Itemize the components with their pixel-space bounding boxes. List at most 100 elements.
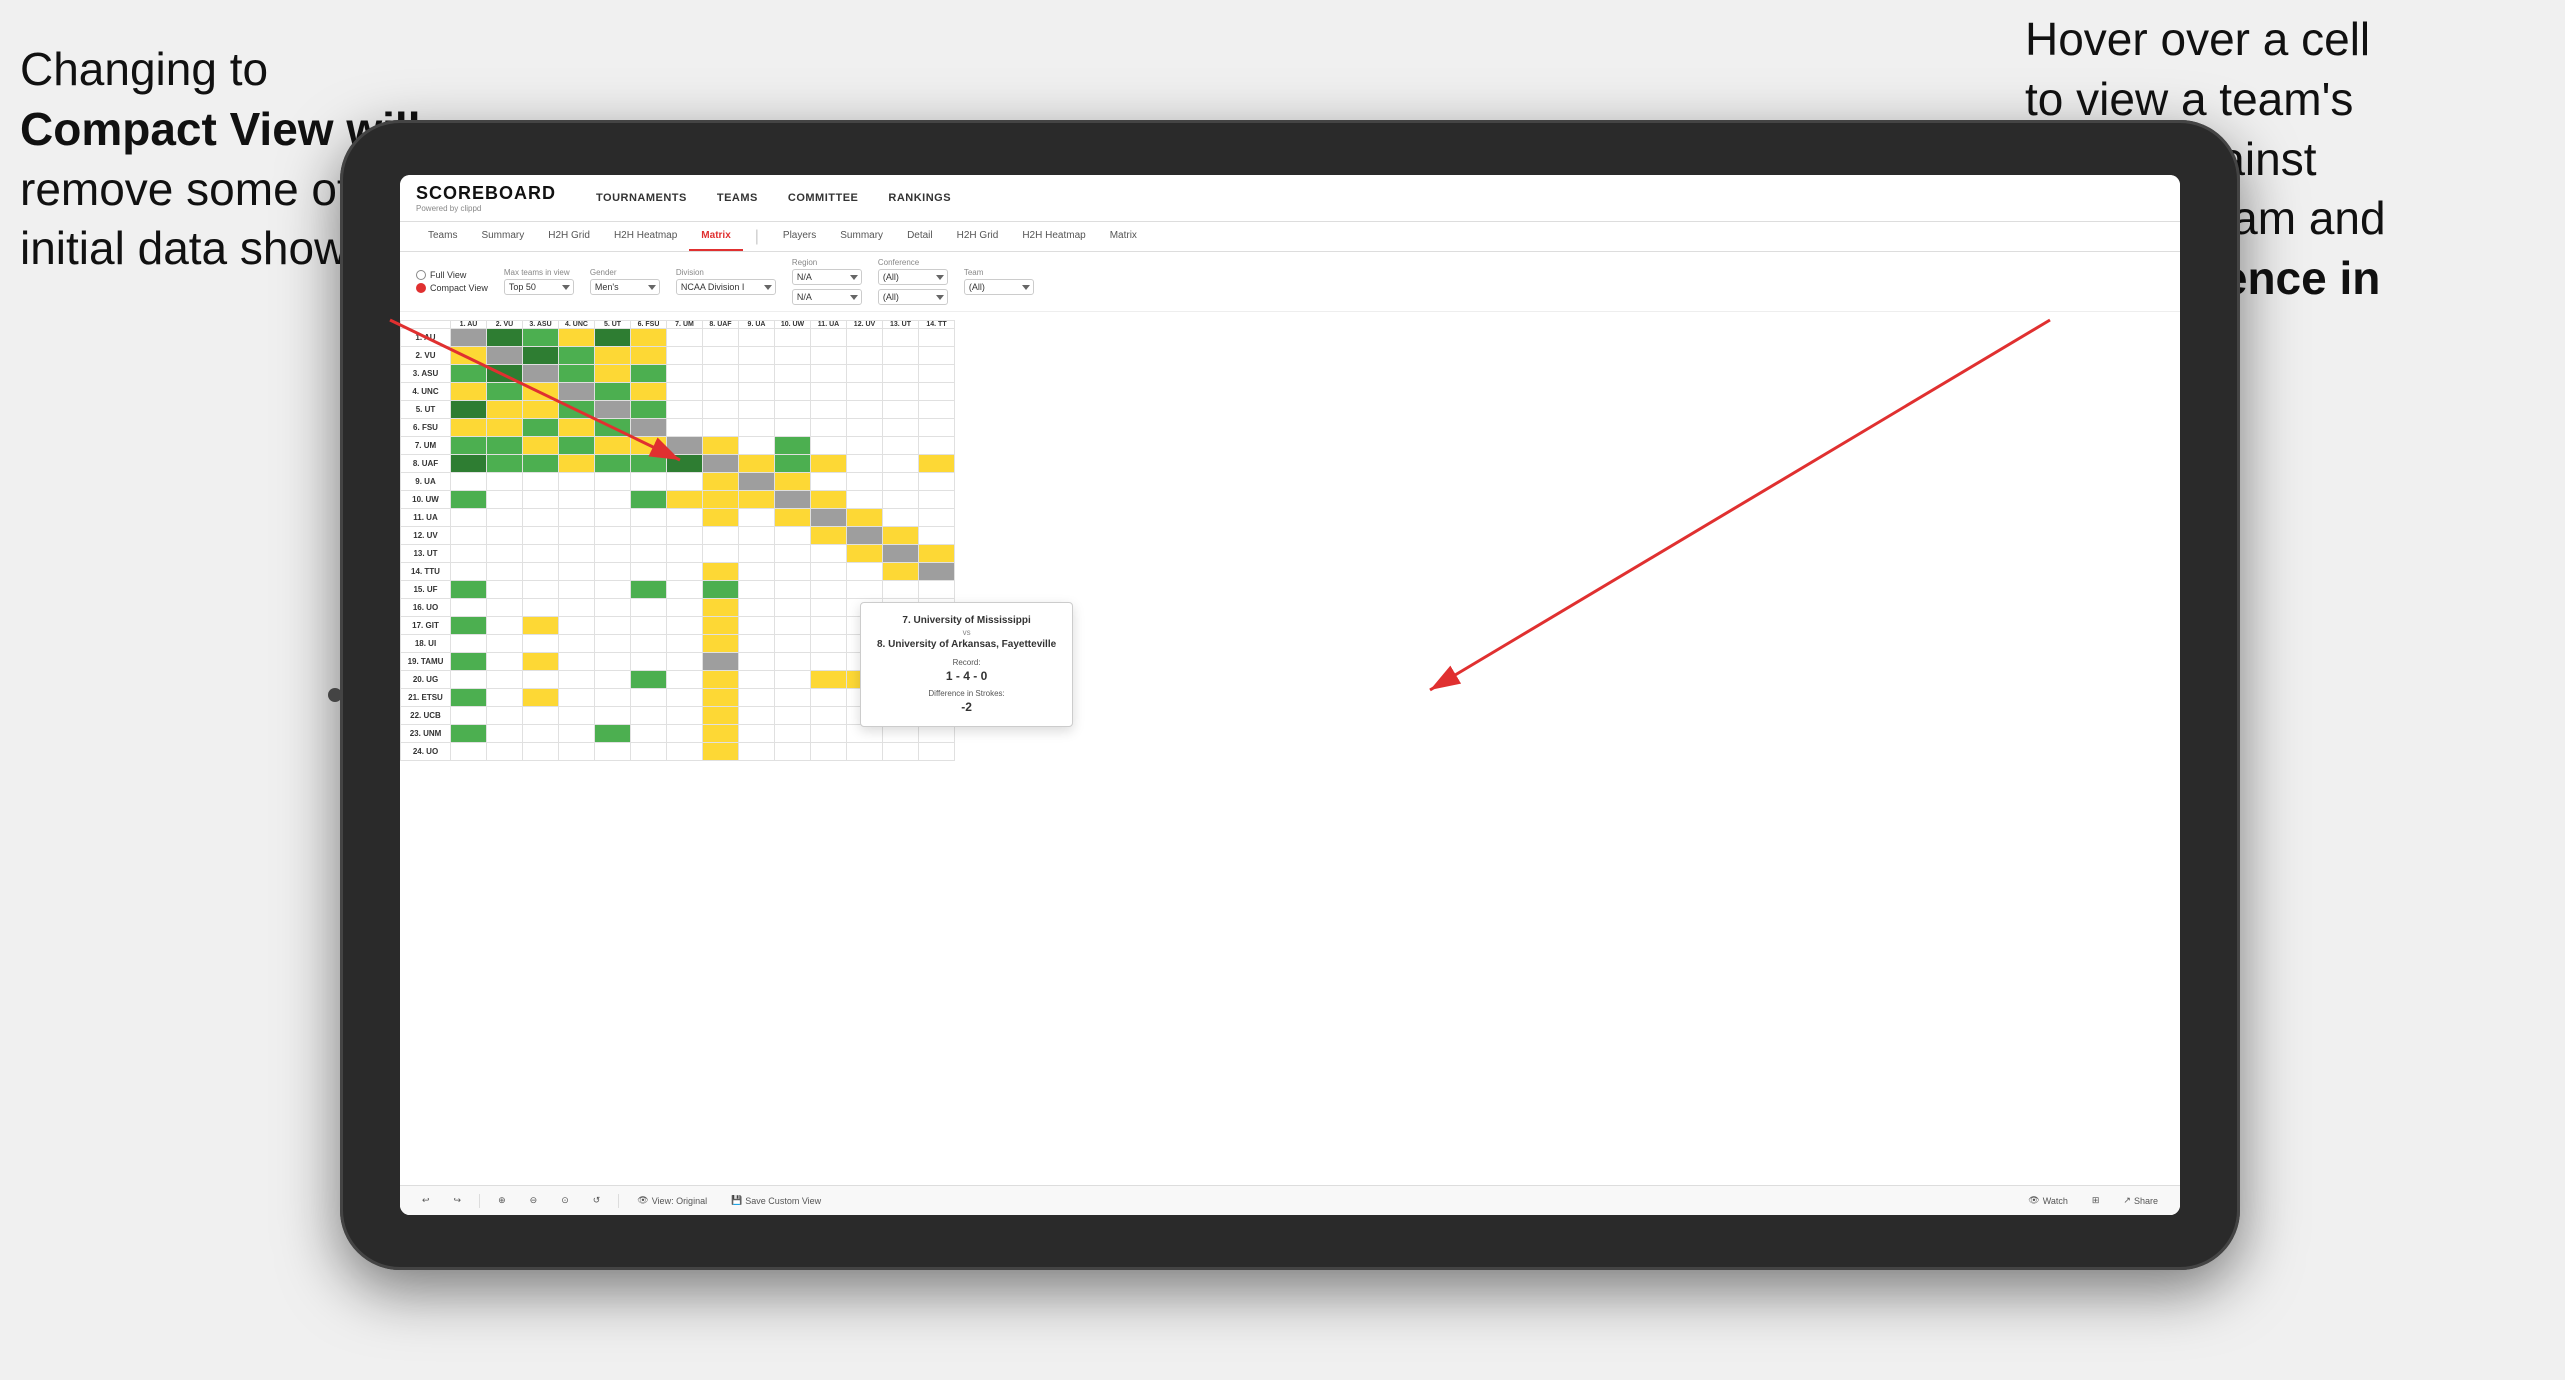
matrix-cell[interactable]	[451, 743, 487, 761]
matrix-cell[interactable]	[451, 329, 487, 347]
matrix-cell[interactable]	[703, 527, 739, 545]
grid-button[interactable]: ⊞	[2086, 1192, 2106, 1209]
matrix-cell[interactable]	[775, 401, 811, 419]
matrix-cell[interactable]	[919, 347, 955, 365]
matrix-cell[interactable]	[739, 527, 775, 545]
matrix-cell[interactable]	[631, 527, 667, 545]
matrix-cell[interactable]	[559, 419, 595, 437]
toolbar-icon2[interactable]: ⊖	[524, 1192, 544, 1209]
matrix-cell[interactable]	[775, 509, 811, 527]
matrix-cell[interactable]	[451, 473, 487, 491]
matrix-cell[interactable]	[523, 599, 559, 617]
region-select[interactable]: N/A	[792, 269, 862, 285]
matrix-cell[interactable]	[775, 707, 811, 725]
nav-teams[interactable]: TEAMS	[717, 188, 758, 208]
matrix-cell[interactable]	[667, 653, 703, 671]
matrix-cell[interactable]	[451, 689, 487, 707]
matrix-cell[interactable]	[703, 401, 739, 419]
matrix-cell[interactable]	[451, 383, 487, 401]
matrix-cell[interactable]	[883, 401, 919, 419]
matrix-cell[interactable]	[487, 419, 523, 437]
matrix-cell[interactable]	[487, 491, 523, 509]
matrix-cell[interactable]	[739, 347, 775, 365]
matrix-cell[interactable]	[811, 689, 847, 707]
matrix-cell[interactable]	[847, 437, 883, 455]
matrix-cell[interactable]	[631, 329, 667, 347]
matrix-cell[interactable]	[631, 401, 667, 419]
matrix-cell[interactable]	[595, 347, 631, 365]
matrix-cell[interactable]	[631, 365, 667, 383]
matrix-cell[interactable]	[451, 635, 487, 653]
matrix-cell[interactable]	[739, 455, 775, 473]
matrix-cell[interactable]	[775, 743, 811, 761]
matrix-cell[interactable]	[847, 347, 883, 365]
matrix-cell[interactable]	[559, 743, 595, 761]
matrix-cell[interactable]	[883, 581, 919, 599]
matrix-cell[interactable]	[703, 563, 739, 581]
matrix-cell[interactable]	[775, 635, 811, 653]
matrix-cell[interactable]	[523, 509, 559, 527]
matrix-cell[interactable]	[631, 491, 667, 509]
matrix-cell[interactable]	[883, 365, 919, 383]
matrix-cell[interactable]	[847, 527, 883, 545]
matrix-cell[interactable]	[667, 743, 703, 761]
matrix-cell[interactable]	[811, 545, 847, 563]
matrix-cell[interactable]	[667, 401, 703, 419]
matrix-cell[interactable]	[523, 527, 559, 545]
matrix-cell[interactable]	[487, 383, 523, 401]
matrix-cell[interactable]	[631, 545, 667, 563]
matrix-cell[interactable]	[919, 455, 955, 473]
compact-view-option[interactable]: Compact View	[416, 283, 488, 293]
matrix-cell[interactable]	[667, 383, 703, 401]
matrix-cell[interactable]	[883, 329, 919, 347]
matrix-cell[interactable]	[775, 599, 811, 617]
matrix-cell[interactable]	[631, 581, 667, 599]
matrix-cell[interactable]	[595, 329, 631, 347]
matrix-cell[interactable]	[703, 509, 739, 527]
matrix-cell[interactable]	[847, 563, 883, 581]
matrix-cell[interactable]	[739, 473, 775, 491]
matrix-cell[interactable]	[739, 599, 775, 617]
matrix-cell[interactable]	[451, 725, 487, 743]
matrix-cell[interactable]	[487, 707, 523, 725]
matrix-cell[interactable]	[559, 617, 595, 635]
matrix-cell[interactable]	[919, 401, 955, 419]
matrix-cell[interactable]	[739, 743, 775, 761]
redo-button[interactable]: ↪	[448, 1192, 468, 1209]
matrix-cell[interactable]	[703, 743, 739, 761]
matrix-cell[interactable]	[595, 581, 631, 599]
matrix-cell[interactable]	[703, 473, 739, 491]
full-view-radio[interactable]	[416, 270, 426, 280]
matrix-cell[interactable]	[451, 491, 487, 509]
save-custom-button[interactable]: 💾 Save Custom View	[725, 1192, 827, 1209]
matrix-cell[interactable]	[667, 455, 703, 473]
matrix-cell[interactable]	[487, 365, 523, 383]
max-teams-select[interactable]: Top 50	[504, 279, 574, 295]
toolbar-icon3[interactable]: ⊙	[555, 1192, 575, 1209]
matrix-cell[interactable]	[667, 329, 703, 347]
matrix-cell[interactable]	[559, 347, 595, 365]
matrix-cell[interactable]	[595, 635, 631, 653]
matrix-cell[interactable]	[559, 581, 595, 599]
matrix-cell[interactable]	[883, 509, 919, 527]
matrix-cell[interactable]	[739, 671, 775, 689]
matrix-cell[interactable]	[451, 527, 487, 545]
matrix-cell[interactable]	[667, 491, 703, 509]
matrix-cell[interactable]	[919, 491, 955, 509]
matrix-cell[interactable]	[631, 617, 667, 635]
matrix-cell[interactable]	[775, 365, 811, 383]
matrix-cell[interactable]	[739, 491, 775, 509]
matrix-cell[interactable]	[919, 437, 955, 455]
tab-summary[interactable]: Summary	[469, 222, 536, 251]
matrix-cell[interactable]	[703, 599, 739, 617]
matrix-cell[interactable]	[523, 365, 559, 383]
matrix-cell[interactable]	[595, 527, 631, 545]
matrix-cell[interactable]	[451, 365, 487, 383]
matrix-cell[interactable]	[559, 671, 595, 689]
team-select[interactable]: (All)	[964, 279, 1034, 295]
matrix-cell[interactable]	[523, 437, 559, 455]
matrix-cell[interactable]	[451, 599, 487, 617]
matrix-cell[interactable]	[559, 455, 595, 473]
matrix-cell[interactable]	[775, 617, 811, 635]
matrix-cell[interactable]	[811, 707, 847, 725]
